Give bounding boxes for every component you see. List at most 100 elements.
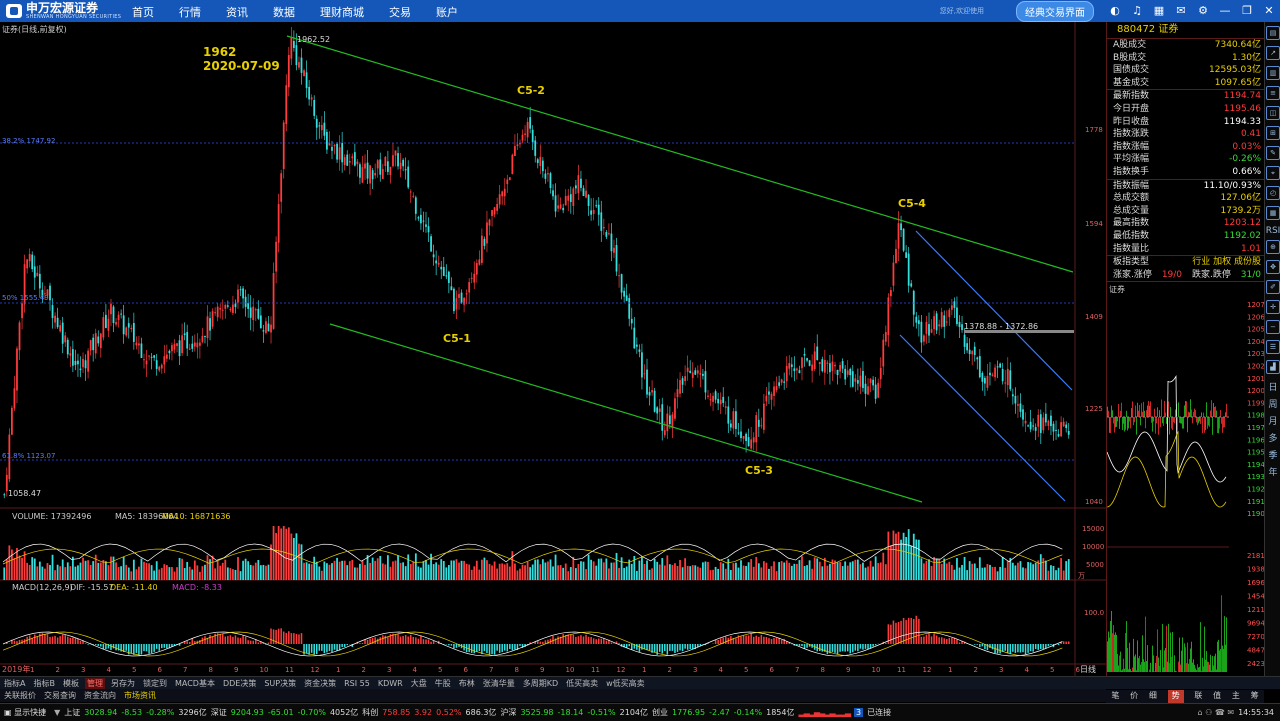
candle-body (222, 310, 224, 311)
sidebar-rsi[interactable]: RSI (1265, 226, 1280, 236)
minus-icon[interactable]: − (1266, 320, 1280, 334)
tab-0[interactable]: 关联报价 (0, 690, 40, 701)
tab-12[interactable]: 大盘 (409, 678, 429, 689)
kline-chart[interactable]: 证券(日线,前复权) 1962 2020-07-09 1962.52 1058.… (0, 22, 1106, 676)
tool-button-icon[interactable]: ⊞ (1266, 126, 1280, 140)
tool-button-icon[interactable]: ≡ (1266, 86, 1280, 100)
quote-key: 最高指数 (1113, 217, 1149, 230)
security-code[interactable]: 880472 证券 (1107, 22, 1265, 39)
macd-bar (308, 644, 310, 655)
tab-7[interactable]: DDE决策 (221, 678, 258, 689)
mini-breadth-bar (1175, 410, 1176, 417)
sh-name[interactable]: 上证 (64, 707, 80, 718)
sidebar-year[interactable]: 年 (1265, 465, 1280, 478)
tab-2[interactable]: 资金流向 (80, 690, 120, 701)
tab-9[interactable]: 资金决策 (302, 678, 338, 689)
settings-icon[interactable]: ⚙ (1196, 4, 1210, 18)
list-icon[interactable]: ☰ (1266, 340, 1280, 354)
tool-button-icon[interactable]: ▦ (1266, 206, 1280, 220)
candle-body (506, 179, 508, 184)
zoom-icon[interactable]: ⊕ (1266, 240, 1280, 254)
tab-18[interactable]: w低买高卖 (604, 678, 647, 689)
date-tick: 12 (311, 666, 320, 674)
tab-3[interactable]: 市场资讯 (120, 690, 160, 701)
tab-10[interactable]: RSI 55 (342, 679, 372, 688)
right-tab-6[interactable]: 主 (1232, 690, 1240, 703)
candle-body (580, 179, 582, 188)
connection-status[interactable]: 已连接 (867, 707, 891, 718)
mini-volume-bar (1132, 668, 1133, 672)
tab-16[interactable]: 多周期KD (521, 678, 560, 689)
nav-home[interactable]: 首页 (132, 4, 154, 20)
tray-icons[interactable]: ⌂ ⚇ ☎ ✉ (1198, 708, 1235, 717)
period-label[interactable]: 日线 (1080, 664, 1096, 674)
right-tab-5[interactable]: 值 (1213, 690, 1221, 703)
tab-13[interactable]: 牛股 (433, 678, 453, 689)
nav-data[interactable]: 数据 (273, 4, 295, 20)
headset-icon[interactable]: ♫ (1130, 4, 1144, 18)
pan-icon[interactable]: ✥ (1266, 260, 1280, 274)
chart-area[interactable]: 证券(日线,前复权) 1962 2020-07-09 1962.52 1058.… (0, 22, 1106, 676)
index-type-value[interactable]: 行业 加权 成份股 (1192, 256, 1261, 269)
sz-name[interactable]: 深证 (211, 707, 227, 718)
grid-icon[interactable]: ▦ (1152, 4, 1166, 18)
sidebar-week[interactable]: 周 (1265, 397, 1280, 410)
cy-name[interactable]: 创业 (652, 707, 668, 718)
tool-button-icon[interactable]: ↗ (1266, 46, 1280, 60)
tab-5[interactable]: 锁定到 (141, 678, 169, 689)
tab-3[interactable]: 管理 (85, 678, 105, 689)
tab-14[interactable]: 布林 (457, 678, 477, 689)
draw-icon[interactable]: ✐ (1266, 280, 1280, 294)
crosshair-icon[interactable]: ✛ (1266, 300, 1280, 314)
close-icon[interactable]: ✕ (1262, 4, 1276, 18)
nav-news[interactable]: 资讯 (226, 4, 248, 20)
tab-0[interactable]: 指标A (2, 678, 27, 689)
tab-8[interactable]: SUP决策 (262, 678, 298, 689)
tool-button-icon[interactable]: ▥ (1266, 66, 1280, 80)
right-tab-1[interactable]: 价 (1130, 690, 1138, 703)
tab-17[interactable]: 低买高卖 (564, 678, 600, 689)
volume-bar (826, 566, 828, 580)
nav-trade[interactable]: 交易 (389, 4, 411, 20)
show-shortcut-button[interactable]: ▣ 显示快捷 (4, 707, 50, 718)
sidebar-quarter[interactable]: 季 (1265, 448, 1280, 461)
volume-bar (473, 566, 475, 580)
candle-body (880, 368, 882, 379)
brand-logo[interactable]: 申万宏源证券 SHENWAN HONGYUAN SECURITIES (6, 2, 121, 20)
sidebar-multi[interactable]: 多 (1265, 431, 1280, 444)
tool-button-icon[interactable]: ▤ (1266, 26, 1280, 40)
right-tab-7[interactable]: 筹 (1251, 690, 1259, 703)
chart-icon[interactable]: ▟ (1266, 360, 1280, 374)
mini-breadth-bar (1162, 417, 1163, 423)
tab-1[interactable]: 指标B (31, 678, 57, 689)
tab-15[interactable]: 张清华量 (481, 678, 517, 689)
nav-quotes[interactable]: 行情 (179, 4, 201, 20)
tool-button-icon[interactable]: ◴ (1266, 186, 1280, 200)
sidebar-month[interactable]: 月 (1265, 414, 1280, 427)
minimize-icon[interactable]: — (1218, 4, 1232, 18)
tab-1[interactable]: 交易查询 (40, 690, 80, 701)
tool-button-icon[interactable]: ⌖ (1266, 166, 1280, 180)
tab-4[interactable]: 另存为 (109, 678, 137, 689)
right-tab-2[interactable]: 细 (1149, 690, 1157, 703)
classic-trade-button[interactable]: 经典交易界面 (1016, 1, 1094, 22)
kc-name[interactable]: 科创 (362, 707, 378, 718)
mail-icon[interactable]: ✉ (1174, 4, 1188, 18)
date-tick: 8 (209, 666, 213, 674)
tool-button-icon[interactable]: ◫ (1266, 106, 1280, 120)
sidebar-day[interactable]: 日 (1265, 380, 1280, 393)
right-tab-0[interactable]: 笔 (1111, 690, 1119, 703)
right-tab-3[interactable]: 势 (1168, 690, 1184, 703)
restore-icon[interactable]: ❐ (1240, 4, 1254, 18)
tab-11[interactable]: KDWR (376, 679, 405, 688)
mini-breadth-bar (1155, 417, 1156, 434)
right-tab-4[interactable]: 联 (1194, 690, 1202, 703)
nav-wealth-mall[interactable]: 理财商城 (320, 4, 364, 20)
tab-2[interactable]: 模板 (61, 678, 81, 689)
theme-icon[interactable]: ◐ (1108, 4, 1122, 18)
tool-button-icon[interactable]: ✎ (1266, 146, 1280, 160)
tab-6[interactable]: MACD基本 (173, 678, 217, 689)
nav-account[interactable]: 账户 (436, 4, 458, 20)
hs-name[interactable]: 沪深 (500, 707, 516, 718)
intraday-chart[interactable]: 证券 1207120612051204120312021201120011991… (1107, 282, 1264, 678)
